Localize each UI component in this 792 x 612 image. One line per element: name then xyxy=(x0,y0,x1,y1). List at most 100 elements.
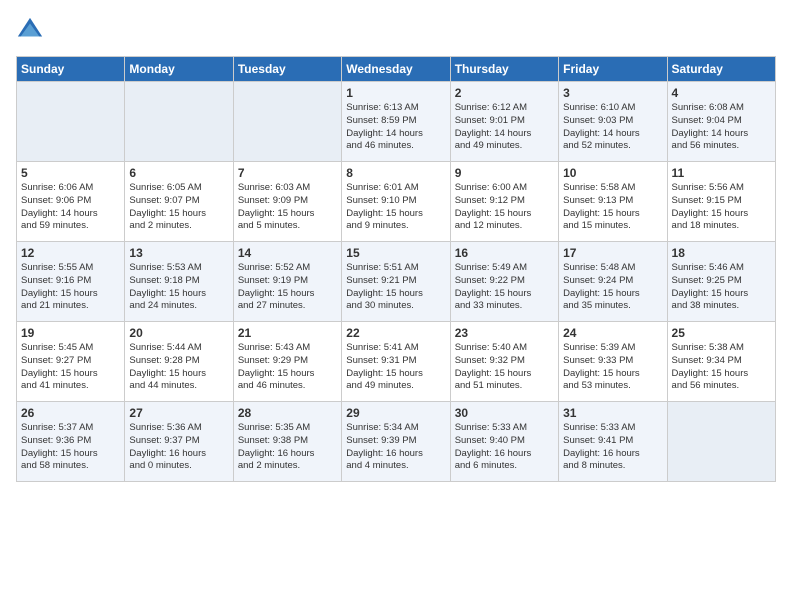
calendar-cell: 15Sunrise: 5:51 AM Sunset: 9:21 PM Dayli… xyxy=(342,242,450,322)
day-number: 31 xyxy=(563,406,662,420)
day-info: Sunrise: 5:49 AM Sunset: 9:22 PM Dayligh… xyxy=(455,262,554,313)
day-number: 8 xyxy=(346,166,445,180)
weekday-header-monday: Monday xyxy=(125,57,233,82)
day-number: 4 xyxy=(672,86,771,100)
calendar-cell: 28 Sunrise: 5:35 AM Sunset: 9:38 PM Dayli… xyxy=(233,402,341,482)
weekday-header-wednesday: Wednesday xyxy=(342,57,450,82)
day-info: Sunrise: 5:39 AM Sunset: 9:33 PM Dayligh… xyxy=(563,342,662,393)
day-number: 26 xyxy=(21,406,120,420)
day-number: 29 xyxy=(346,406,445,420)
day-number: 11 xyxy=(672,166,771,180)
calendar-week-row: 19 Sunrise: 5:45 AM Sunset: 9:27 PM Dayli… xyxy=(17,322,776,402)
weekday-header-sunday: Sunday xyxy=(17,57,125,82)
calendar-cell: 6 Sunrise: 6:05 AM Sunset: 9:07 PM Daylig… xyxy=(125,162,233,242)
calendar-cell: 16 Sunrise: 5:49 AM Sunset: 9:22 PM Dayli… xyxy=(450,242,558,322)
day-number: 25 xyxy=(672,326,771,340)
day-info: Sunrise: 5:37 AM Sunset: 9:36 PM Dayligh… xyxy=(21,422,120,473)
calendar-cell: 18 Sunrise: 5:46 AM Sunset: 9:25 PM Dayli… xyxy=(667,242,775,322)
calendar-cell xyxy=(125,82,233,162)
calendar-cell xyxy=(233,82,341,162)
day-info: Sunrise: 5:55 AM Sunset: 9:16 PM Dayligh… xyxy=(21,262,120,313)
calendar-cell: 11 Sunrise: 5:56 AM Sunset: 9:15 PM Dayli… xyxy=(667,162,775,242)
calendar-header-row: SundayMondayTuesdayWednesdayThursdayFrid… xyxy=(17,57,776,82)
day-info: Sunrise: 5:56 AM Sunset: 9:15 PM Dayligh… xyxy=(672,182,771,233)
day-info: Sunrise: 5:48 AM Sunset: 9:24 PM Dayligh… xyxy=(563,262,662,313)
calendar-week-row: 26 Sunrise: 5:37 AM Sunset: 9:36 PM Dayli… xyxy=(17,402,776,482)
day-info: Sunrise: 6:06 AM Sunset: 9:06 PM Dayligh… xyxy=(21,182,120,233)
day-number: 27 xyxy=(129,406,228,420)
calendar-cell xyxy=(667,402,775,482)
day-info: Sunrise: 6:05 AM Sunset: 9:07 PM Dayligh… xyxy=(129,182,228,233)
day-number: 14 xyxy=(238,246,337,260)
calendar-cell: 26 Sunrise: 5:37 AM Sunset: 9:36 PM Dayli… xyxy=(17,402,125,482)
calendar-week-row: 1 Sunrise: 6:13 AM Sunset: 8:59 PM Daylig… xyxy=(17,82,776,162)
day-info: Sunrise: 5:33 AM Sunset: 9:40 PM Dayligh… xyxy=(455,422,554,473)
day-info: Sunrise: 6:00 AM Sunset: 9:12 PM Dayligh… xyxy=(455,182,554,233)
weekday-header-tuesday: Tuesday xyxy=(233,57,341,82)
calendar-cell: 4 Sunrise: 6:08 AM Sunset: 9:04 PM Daylig… xyxy=(667,82,775,162)
day-info: Sunrise: 5:45 AM Sunset: 9:27 PM Dayligh… xyxy=(21,342,120,393)
calendar-cell: 31Sunrise: 5:33 AM Sunset: 9:41 PM Dayli… xyxy=(559,402,667,482)
day-number: 18 xyxy=(672,246,771,260)
day-info: Sunrise: 5:58 AM Sunset: 9:13 PM Dayligh… xyxy=(563,182,662,233)
day-number: 10 xyxy=(563,166,662,180)
day-info: Sunrise: 5:34 AM Sunset: 9:39 PM Dayligh… xyxy=(346,422,445,473)
page-header xyxy=(16,16,776,44)
day-info: Sunrise: 5:46 AM Sunset: 9:25 PM Dayligh… xyxy=(672,262,771,313)
day-number: 12 xyxy=(21,246,120,260)
day-info: Sunrise: 6:12 AM Sunset: 9:01 PM Dayligh… xyxy=(455,102,554,153)
calendar-cell: 30 Sunrise: 5:33 AM Sunset: 9:40 PM Dayli… xyxy=(450,402,558,482)
day-number: 15 xyxy=(346,246,445,260)
calendar-cell: 3 Sunrise: 6:10 AM Sunset: 9:03 PM Daylig… xyxy=(559,82,667,162)
calendar-cell: 7Sunrise: 6:03 AM Sunset: 9:09 PM Daylig… xyxy=(233,162,341,242)
calendar-cell: 27 Sunrise: 5:36 AM Sunset: 9:37 PM Dayli… xyxy=(125,402,233,482)
logo-icon xyxy=(16,16,44,44)
calendar-cell: 13 Sunrise: 5:53 AM Sunset: 9:18 PM Dayli… xyxy=(125,242,233,322)
day-info: Sunrise: 6:01 AM Sunset: 9:10 PM Dayligh… xyxy=(346,182,445,233)
day-number: 7 xyxy=(238,166,337,180)
calendar-cell: 5 Sunrise: 6:06 AM Sunset: 9:06 PM Daylig… xyxy=(17,162,125,242)
weekday-header-friday: Friday xyxy=(559,57,667,82)
calendar-cell: 1 Sunrise: 6:13 AM Sunset: 8:59 PM Daylig… xyxy=(342,82,450,162)
day-number: 28 xyxy=(238,406,337,420)
day-number: 1 xyxy=(346,86,445,100)
day-info: Sunrise: 6:10 AM Sunset: 9:03 PM Dayligh… xyxy=(563,102,662,153)
logo xyxy=(16,16,48,44)
day-info: Sunrise: 5:35 AM Sunset: 9:38 PM Dayligh… xyxy=(238,422,337,473)
day-number: 9 xyxy=(455,166,554,180)
calendar-cell: 17 Sunrise: 5:48 AM Sunset: 9:24 PM Dayli… xyxy=(559,242,667,322)
calendar-cell: 25 Sunrise: 5:38 AM Sunset: 9:34 PM Dayli… xyxy=(667,322,775,402)
day-info: Sunrise: 5:41 AM Sunset: 9:31 PM Dayligh… xyxy=(346,342,445,393)
day-number: 6 xyxy=(129,166,228,180)
day-number: 13 xyxy=(129,246,228,260)
day-number: 21 xyxy=(238,326,337,340)
calendar-cell: 2 Sunrise: 6:12 AM Sunset: 9:01 PM Daylig… xyxy=(450,82,558,162)
weekday-header-thursday: Thursday xyxy=(450,57,558,82)
day-info: Sunrise: 5:38 AM Sunset: 9:34 PM Dayligh… xyxy=(672,342,771,393)
day-number: 24 xyxy=(563,326,662,340)
calendar-cell: 21Sunrise: 5:43 AM Sunset: 9:29 PM Dayli… xyxy=(233,322,341,402)
calendar-week-row: 12 Sunrise: 5:55 AM Sunset: 9:16 PM Dayli… xyxy=(17,242,776,322)
day-number: 23 xyxy=(455,326,554,340)
calendar-cell: 23 Sunrise: 5:40 AM Sunset: 9:32 PM Dayli… xyxy=(450,322,558,402)
day-number: 20 xyxy=(129,326,228,340)
day-number: 19 xyxy=(21,326,120,340)
day-number: 17 xyxy=(563,246,662,260)
day-info: Sunrise: 5:36 AM Sunset: 9:37 PM Dayligh… xyxy=(129,422,228,473)
calendar-cell: 20 Sunrise: 5:44 AM Sunset: 9:28 PM Dayli… xyxy=(125,322,233,402)
day-info: Sunrise: 6:08 AM Sunset: 9:04 PM Dayligh… xyxy=(672,102,771,153)
day-number: 2 xyxy=(455,86,554,100)
day-info: Sunrise: 6:13 AM Sunset: 8:59 PM Dayligh… xyxy=(346,102,445,153)
day-info: Sunrise: 5:52 AM Sunset: 9:19 PM Dayligh… xyxy=(238,262,337,313)
day-number: 16 xyxy=(455,246,554,260)
calendar-cell: 29 Sunrise: 5:34 AM Sunset: 9:39 PM Dayli… xyxy=(342,402,450,482)
day-info: Sunrise: 5:40 AM Sunset: 9:32 PM Dayligh… xyxy=(455,342,554,393)
day-info: Sunrise: 5:44 AM Sunset: 9:28 PM Dayligh… xyxy=(129,342,228,393)
calendar-cell: 12 Sunrise: 5:55 AM Sunset: 9:16 PM Dayli… xyxy=(17,242,125,322)
calendar-table: SundayMondayTuesdayWednesdayThursdayFrid… xyxy=(16,56,776,482)
day-number: 30 xyxy=(455,406,554,420)
day-info: Sunrise: 5:53 AM Sunset: 9:18 PM Dayligh… xyxy=(129,262,228,313)
day-number: 5 xyxy=(21,166,120,180)
day-number: 3 xyxy=(563,86,662,100)
calendar-cell: 22Sunrise: 5:41 AM Sunset: 9:31 PM Dayli… xyxy=(342,322,450,402)
